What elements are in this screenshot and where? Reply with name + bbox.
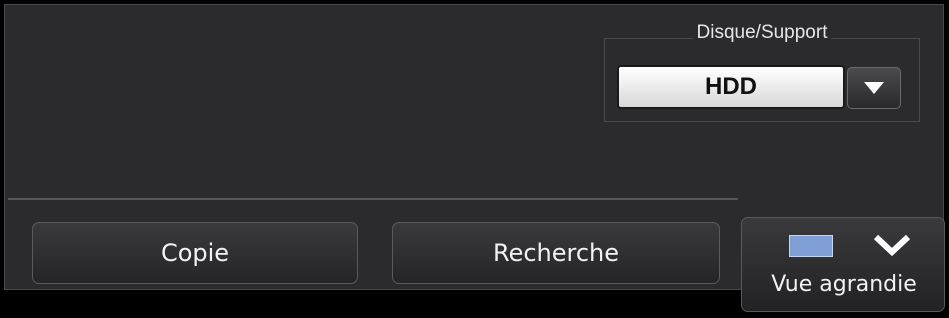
panel-divider bbox=[8, 198, 738, 200]
media-label: Disque/Support bbox=[604, 22, 920, 44]
search-button[interactable]: Recherche bbox=[392, 222, 720, 284]
screen-rect-icon bbox=[789, 235, 833, 257]
bottom-strip bbox=[0, 290, 740, 318]
enlarged-view-button[interactable]: Vue agrandie bbox=[741, 217, 945, 312]
media-label-text: Disque/Support bbox=[692, 22, 832, 43]
copy-button[interactable]: Copie bbox=[32, 222, 358, 284]
enlarged-view-label: Vue agrandie bbox=[771, 272, 917, 297]
media-select[interactable]: HDD bbox=[617, 65, 845, 109]
chevron-down-icon bbox=[873, 234, 911, 257]
triangle-down-icon bbox=[864, 82, 884, 94]
media-dropdown-button[interactable] bbox=[847, 67, 901, 109]
